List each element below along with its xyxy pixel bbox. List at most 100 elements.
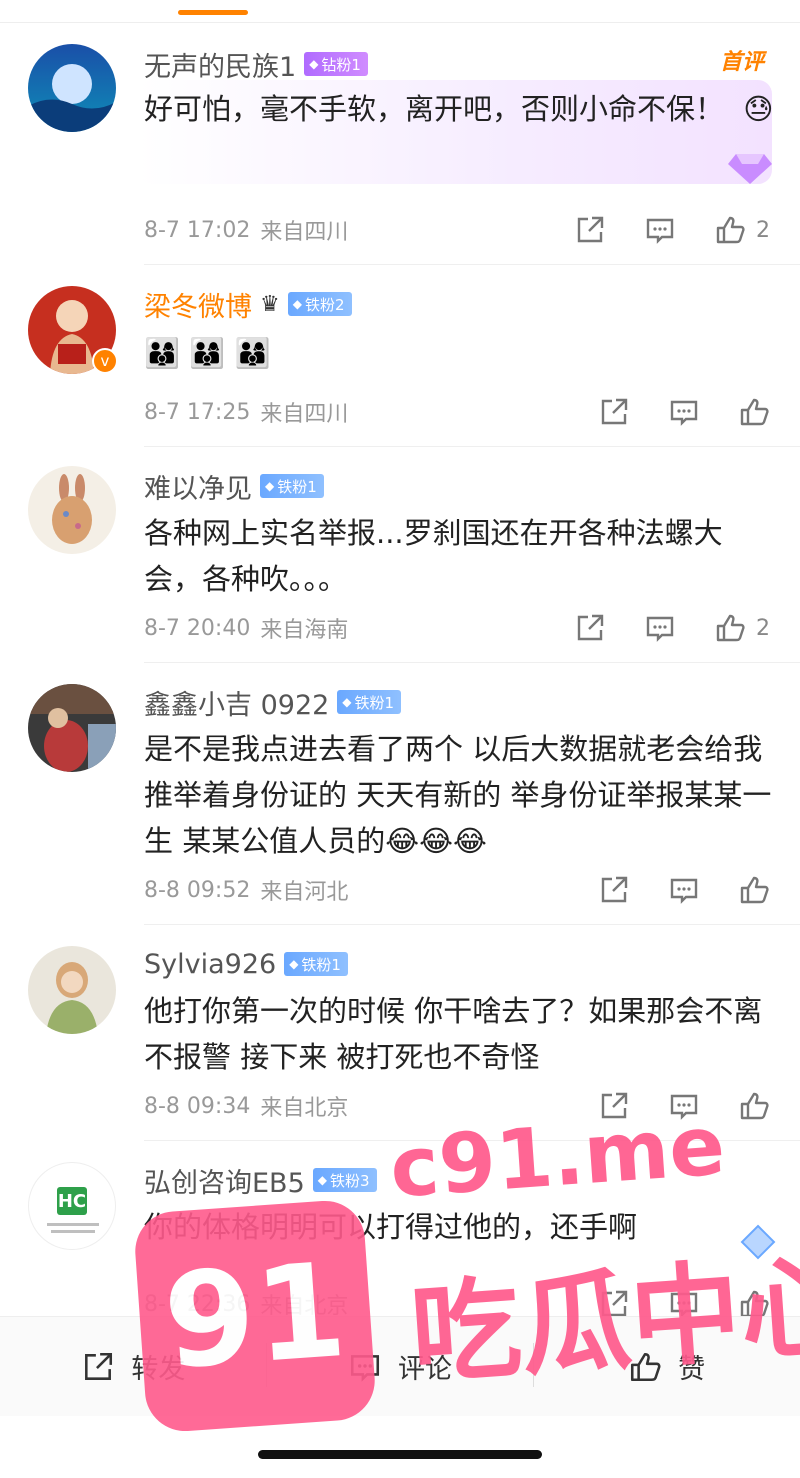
username[interactable]: 鑫鑫小吉 0922 xyxy=(144,683,329,722)
first-comment-tag: 首评 xyxy=(719,50,764,75)
name-row: 难以净见 ◆ 铁粉1 xyxy=(144,466,324,506)
reply-button[interactable] xyxy=(668,1090,700,1122)
logo-caption-line xyxy=(47,1223,99,1226)
bottom-like-button[interactable]: 赞 xyxy=(533,1317,800,1416)
repost-button[interactable] xyxy=(598,874,630,906)
comment-divider xyxy=(144,1140,800,1141)
comment-meta: 8-7 17:02 来自四川 xyxy=(144,212,348,248)
comment-actions xyxy=(560,1088,770,1124)
share-icon xyxy=(577,216,604,243)
name-row: 梁冬微博 ♛ ◆ 铁粉2 xyxy=(144,284,352,324)
reply-button[interactable] xyxy=(668,396,700,428)
reply-button[interactable] xyxy=(644,214,676,246)
fan-badge[interactable]: ◆ 铁粉3 xyxy=(312,1168,377,1192)
avatar[interactable]: HC xyxy=(28,1162,116,1250)
like-button[interactable]: 2 xyxy=(714,612,770,644)
fan-badge-label: 铁粉1 xyxy=(354,693,395,712)
comment-time: 8-8 09:34 xyxy=(144,1093,251,1119)
fan-badge-label: 铁粉3 xyxy=(330,1171,370,1190)
like-button[interactable] xyxy=(738,396,770,428)
fan-badge-label: 铁粉1 xyxy=(277,477,317,496)
thumbs-up-icon xyxy=(716,216,745,244)
comment-text: 你的体格明明可以打得过他的，还手啊 xyxy=(144,1210,638,1244)
comment-icon xyxy=(646,616,674,642)
reply-button[interactable] xyxy=(644,612,676,644)
like-button[interactable] xyxy=(738,1090,770,1122)
diamond-icon: ◆ xyxy=(289,957,299,971)
comment-location: 来自四川 xyxy=(260,220,349,245)
logo-caption-line xyxy=(51,1230,95,1233)
reply-button[interactable] xyxy=(668,874,700,906)
avatar[interactable] xyxy=(28,466,116,554)
diamond-icon: ◆ xyxy=(342,695,352,709)
fan-badge-label: 钻粉1 xyxy=(321,55,361,74)
comment-divider xyxy=(144,264,800,265)
diamond-icon: ◆ xyxy=(265,479,275,493)
comment-divider xyxy=(144,446,800,447)
comment-icon xyxy=(670,400,698,426)
avatar[interactable] xyxy=(28,684,116,772)
username[interactable]: 难以净见 xyxy=(144,467,252,506)
comment-text: 他打你第一次的时候 你干啥去了？如果那会不离 不报警 接下来 被打死也不奇怪 xyxy=(144,994,763,1074)
bottom-like-label: 赞 xyxy=(678,1354,706,1385)
like-button[interactable] xyxy=(738,874,770,906)
bottom-repost-button[interactable]: 转发 xyxy=(0,1317,267,1416)
verified-icon: v xyxy=(92,348,118,374)
fan-badge[interactable]: ◆ 铁粉1 xyxy=(284,952,348,976)
thumbs-up-icon xyxy=(631,1352,661,1381)
comment-time: 8-7 20:40 xyxy=(144,615,251,641)
username[interactable]: 弘创咨询EB5 xyxy=(144,1161,305,1200)
comment-icon xyxy=(646,218,674,244)
tab-indicator xyxy=(178,10,248,15)
share-icon xyxy=(85,1352,113,1380)
fan-badge[interactable]: ◆ 钻粉1 xyxy=(304,52,368,76)
avatar[interactable] xyxy=(28,946,116,1034)
comment-meta: 8-8 09:34 来自北京 xyxy=(144,1088,348,1124)
diamond-decoration-icon xyxy=(740,1224,776,1260)
fan-badge[interactable]: ◆ 铁粉1 xyxy=(260,474,324,498)
comment-meta: 8-8 09:52 来自河北 xyxy=(144,872,348,908)
username[interactable]: 无声的民族1 xyxy=(144,45,296,84)
comment-location: 来自河北 xyxy=(260,880,349,905)
like-button[interactable]: 2 xyxy=(714,214,770,246)
thumbs-up-icon xyxy=(740,398,769,426)
bottom-repost-label: 转发 xyxy=(131,1354,186,1385)
comment-location: 来自海南 xyxy=(260,618,349,643)
thumbs-up-icon xyxy=(716,614,745,642)
repost-button[interactable] xyxy=(598,1090,630,1122)
diamond-icon: ◆ xyxy=(292,297,302,311)
comment-time: 8-7 17:02 xyxy=(144,217,251,243)
diamond-icon: ◆ xyxy=(317,1173,327,1187)
diamond-decoration-icon xyxy=(728,154,772,184)
comment-icon xyxy=(670,1094,698,1120)
name-row: 弘创咨询EB5 ◆ 铁粉3 xyxy=(144,1160,377,1200)
comment-actions: 2 xyxy=(536,610,770,646)
home-indicator[interactable] xyxy=(258,1450,542,1459)
avatar-rabbit-image xyxy=(28,466,116,554)
comment-location: 来自北京 xyxy=(260,1096,349,1121)
company-logo-icon: HC xyxy=(57,1187,87,1215)
comment-divider xyxy=(144,662,800,663)
sweat-emoji-icon: 😓 xyxy=(743,92,774,126)
thumbs-up-icon xyxy=(740,1092,769,1120)
bottom-comment-label: 评论 xyxy=(398,1354,452,1385)
fan-badge[interactable]: ◆ 铁粉2 xyxy=(287,292,352,316)
fan-badge[interactable]: ◆ 铁粉1 xyxy=(337,690,402,714)
repost-button[interactable] xyxy=(598,396,630,428)
repost-button[interactable] xyxy=(574,612,606,644)
share-icon xyxy=(601,1092,628,1119)
like-count: 2 xyxy=(756,615,770,641)
avatar-woman-image xyxy=(28,946,116,1034)
comment-icon xyxy=(350,1354,380,1382)
bottom-comment-button[interactable]: 评论 xyxy=(267,1317,534,1416)
name-row: 鑫鑫小吉 0922 ◆ 铁粉1 xyxy=(144,682,402,722)
username[interactable]: 梁冬微博 xyxy=(144,285,252,324)
username[interactable]: Sylvia926 xyxy=(144,949,276,980)
avatar[interactable] xyxy=(28,44,116,132)
comment-text: 好可怕，毫不手软，离开吧，否则小命不保！ 😓 xyxy=(144,86,774,132)
comment-text: 是不是我点进去看了两个 以后大数据就老会给我推举着身份证的 天天有新的 举身份证… xyxy=(144,726,774,864)
comment-time: 8-7 17:25 xyxy=(144,399,251,425)
repost-button[interactable] xyxy=(574,214,606,246)
name-row: 无声的民族1 ◆ 钻粉1 xyxy=(144,44,368,84)
avatar-photo-image xyxy=(28,684,116,772)
